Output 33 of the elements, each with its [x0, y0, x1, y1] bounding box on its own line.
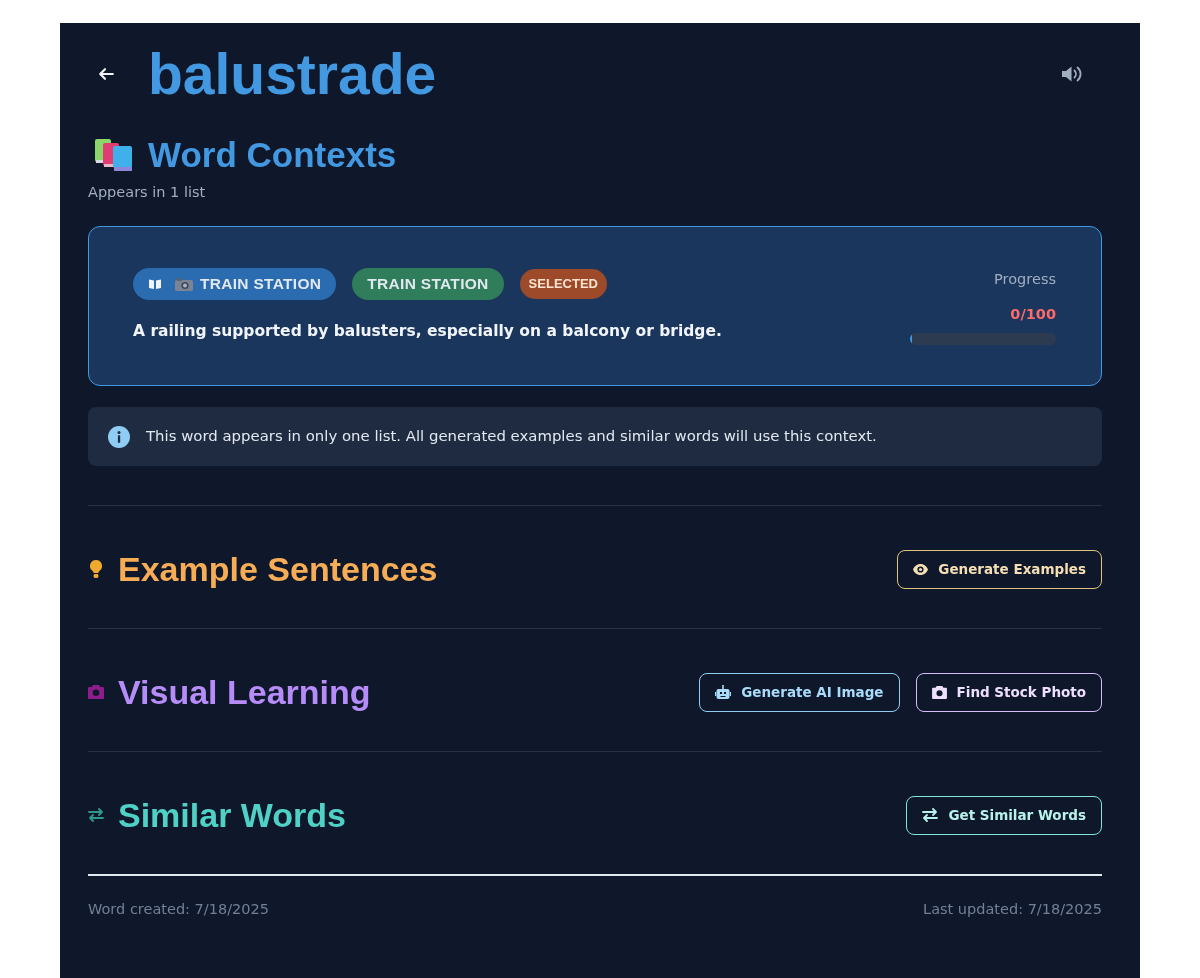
books-icon — [95, 139, 132, 171]
section-heading: Visual Learning — [118, 672, 371, 713]
back-arrow-icon — [98, 67, 114, 81]
status-tag: SELECTED — [519, 269, 607, 299]
generate-image-button[interactable]: Generate AI Image — [699, 672, 900, 712]
section-heading: Word Contexts — [148, 134, 397, 176]
created-date-text: Word created: 7/18/2025 — [88, 900, 269, 919]
context-card[interactable]: TRAIN STATION TRAIN STATION SELECTED A railing supported by balusters, especially on a balcony or bridge. Progress 0/100 — [88, 226, 1102, 386]
list-name-label: TRAIN STATION — [200, 274, 322, 295]
camera-icon — [175, 277, 193, 291]
camera-icon — [88, 685, 104, 699]
info-text: This word appears in only one list. All generated examples and similar words will use this context. — [146, 426, 877, 448]
swap-arrows-icon — [88, 808, 104, 822]
category-tag: TRAIN STATION — [352, 268, 504, 300]
section-heading: Example Sentences — [118, 549, 438, 590]
info-icon — [108, 425, 130, 448]
book-icon — [149, 279, 161, 289]
robot-icon — [715, 685, 732, 699]
section-heading: Similar Words — [118, 795, 346, 836]
generate-examples-button[interactable]: Generate Examples — [897, 549, 1102, 589]
progress-label: Progress — [993, 270, 1056, 289]
word-title: balustrade — [148, 41, 437, 108]
find-photo-button[interactable]: Find Stock Photo — [915, 672, 1102, 712]
definition-text: A railing supported by balusters, especially on a balcony or bridge. — [133, 321, 722, 342]
progress-reading: 0/100 — [1009, 305, 1056, 324]
updated-date-text: Last updated: 7/18/2025 — [923, 900, 1102, 919]
camera-icon — [931, 685, 947, 699]
speaker-icon — [1061, 65, 1083, 83]
lightbulb-icon — [90, 560, 102, 578]
eye-icon — [913, 563, 929, 575]
swap-arrows-icon — [922, 808, 939, 822]
similar-words-button[interactable]: Get Similar Words — [906, 795, 1102, 835]
list-count-text: Appears in 1 list — [88, 183, 207, 202]
